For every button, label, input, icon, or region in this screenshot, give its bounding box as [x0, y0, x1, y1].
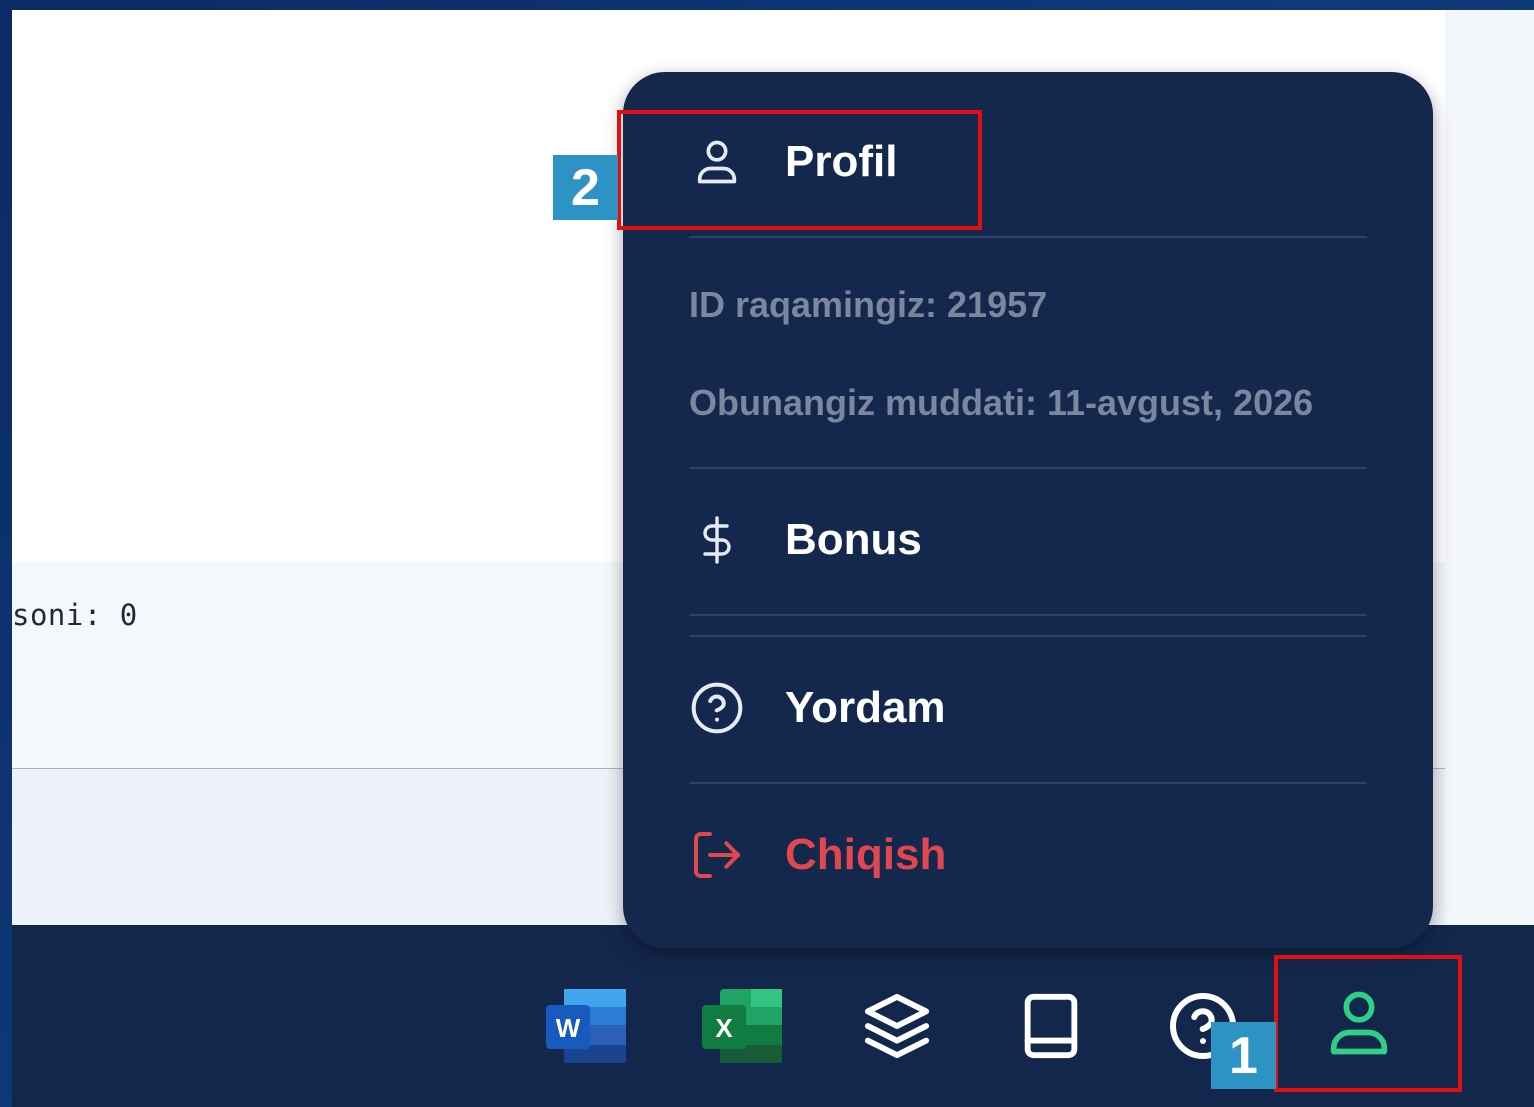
menu-divider: [689, 635, 1367, 637]
word-icon[interactable]: W: [546, 985, 628, 1067]
counter-text: soni: 0: [12, 598, 138, 632]
help-circle-icon: [689, 680, 745, 736]
layers-icon[interactable]: [856, 985, 938, 1067]
dollar-icon: [689, 512, 745, 568]
menu-divider: [689, 614, 1367, 616]
menu-item-logout[interactable]: Chiqish: [689, 827, 946, 883]
svg-text:W: W: [556, 1013, 581, 1043]
annotation-box-1: [1274, 955, 1462, 1092]
menu-item-label: Bonus: [785, 515, 922, 564]
right-panel: [1445, 10, 1534, 925]
annotation-badge-2: 2: [553, 155, 618, 220]
svg-text:X: X: [715, 1013, 733, 1043]
user-id-text: ID raqamingiz: 21957: [689, 284, 1048, 325]
excel-icon[interactable]: X: [702, 985, 784, 1067]
menu-divider: [689, 782, 1367, 784]
book-icon[interactable]: [1010, 985, 1092, 1067]
annotation-badge-1: 1: [1211, 1022, 1276, 1089]
menu-item-bonus[interactable]: Bonus: [689, 512, 922, 568]
menu-divider: [689, 236, 1367, 238]
menu-item-label: Chiqish: [785, 830, 947, 879]
logout-icon: [689, 827, 745, 883]
menu-divider: [689, 467, 1367, 469]
menu-item-label: Yordam: [785, 683, 946, 732]
annotation-box-2: [617, 110, 982, 230]
menu-item-help[interactable]: Yordam: [689, 680, 946, 736]
subscription-text: Obunangiz muddati: 11-avgust, 2026: [689, 382, 1314, 423]
